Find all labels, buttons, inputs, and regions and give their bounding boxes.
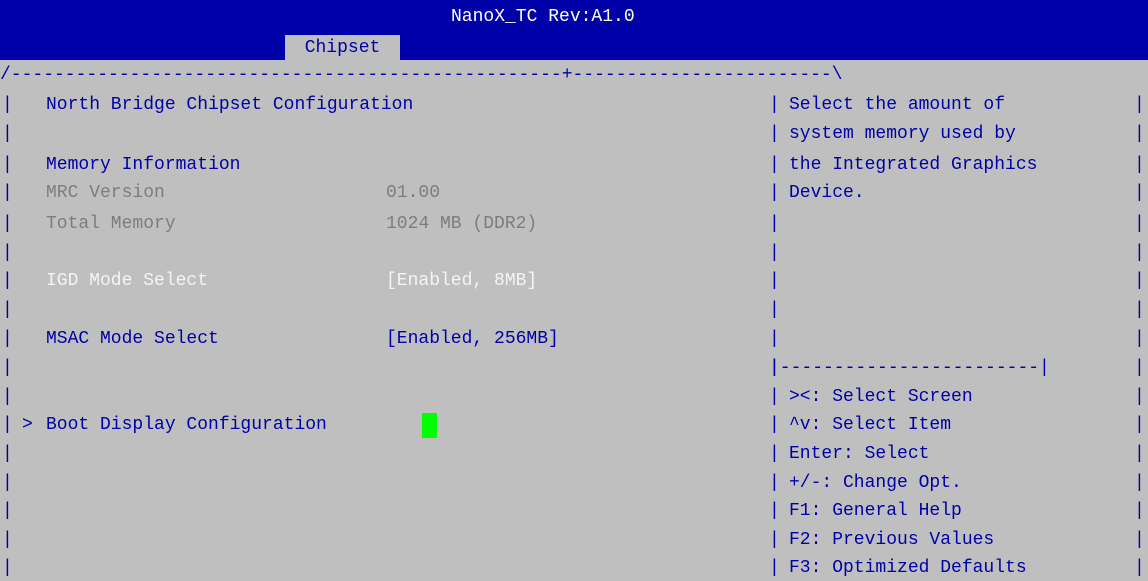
right-border-bar: | [1134,473,1145,493]
msac-mode-select-row[interactable]: MSAC Mode Select [Enabled, 256MB] [46,326,626,352]
help-line: Select the amount of [789,95,1006,115]
left-border-bar: | [2,329,13,349]
right-border-bar: | [1134,155,1145,175]
left-border-bar: | [2,558,13,578]
divider-bar: | [769,214,780,234]
left-border-bar: | [2,124,13,144]
igd-mode-label: IGD Mode Select [46,271,209,291]
left-border-bar: | [2,271,13,291]
divider-bar: | [769,387,780,407]
text-cursor [422,413,437,438]
divider-bar: | [769,358,780,378]
help-line: the Integrated Graphics [789,155,1038,175]
key-hint: F3: Optimized Defaults [789,558,1027,578]
left-border-bar: | [2,473,13,493]
memory-info-heading: Memory Information [46,155,241,175]
right-border-bar: | [1134,358,1145,378]
left-border-bar: | [2,501,13,521]
left-border-bar: | [2,387,13,407]
divider-bar: | [769,558,780,578]
left-border-bar: | [2,243,13,263]
key-hint: F1: General Help [789,501,962,521]
section-title: North Bridge Chipset Configuration [46,95,414,115]
right-border-bar: | [1134,183,1145,203]
left-border-bar: | [2,444,13,464]
divider-bar: | [769,300,780,320]
boot-display-configuration-submenu[interactable]: > Boot Display Configuration [22,412,442,438]
divider-bar: | [769,271,780,291]
mrc-version-value: 01.00 [386,183,441,203]
key-hint: ^v: Select Item [789,415,952,435]
left-border-bar: | [2,183,13,203]
divider-bar: | [769,530,780,550]
bios-title: NanoX_TC Rev:A1.0 [451,7,635,27]
right-border-bar: | [1134,214,1145,234]
key-hint: F2: Previous Values [789,530,995,550]
divider-bar: | [769,124,780,144]
right-border-bar: | [1134,243,1145,263]
top-border: /---------------------------------------… [0,65,843,85]
left-border-bar: | [2,155,13,175]
right-border-bar: | [1134,95,1145,115]
right-border-bar: | [1134,530,1145,550]
key-hint: ><: Select Screen [789,387,973,407]
right-border-bar: | [1134,444,1145,464]
total-memory-value: 1024 MB (DDR2) [386,214,538,234]
divider-bar: | [769,183,780,203]
right-border-bar: | [1134,329,1145,349]
divider-bar: | [769,243,780,263]
divider-bar: | [769,444,780,464]
right-border-bar: | [1134,271,1145,291]
left-border-bar: | [2,358,13,378]
right-border-bar: | [1134,501,1145,521]
right-border-bar: | [1134,558,1145,578]
tab-chipset[interactable]: Chipset [285,35,400,62]
left-border-bar: | [2,530,13,550]
left-border-bar: | [2,214,13,234]
help-line: system memory used by [789,124,1016,144]
right-border-bar: | [1134,415,1145,435]
divider-bar: | [769,95,780,115]
right-border-bar: | [1134,300,1145,320]
divider-bar: | [769,473,780,493]
mrc-version-label: MRC Version [46,183,165,203]
submenu-label: Boot Display Configuration [46,415,327,435]
divider-bar: | [769,501,780,521]
msac-mode-value: [Enabled, 256MB] [386,329,559,349]
key-hint: +/-: Change Opt. [789,473,962,493]
left-border-bar: | [2,300,13,320]
divider-bar: | [769,155,780,175]
msac-mode-label: MSAC Mode Select [46,329,219,349]
help-line: Device. [789,183,865,203]
divider-bar: | [769,415,780,435]
left-border-bar: | [2,415,13,435]
igd-mode-value: [Enabled, 8MB] [386,271,538,291]
divider-bar: | [769,329,780,349]
total-memory-label: Total Memory [46,214,176,234]
right-border-bar: | [1134,387,1145,407]
right-border-bar: | [1134,124,1145,144]
help-separator: |------------------------| [769,358,1050,378]
left-border-bar: | [2,95,13,115]
igd-mode-select-row[interactable]: IGD Mode Select [Enabled, 8MB] [46,268,606,294]
submenu-arrow-icon: > [22,415,33,435]
key-hint: Enter: Select [789,444,930,464]
